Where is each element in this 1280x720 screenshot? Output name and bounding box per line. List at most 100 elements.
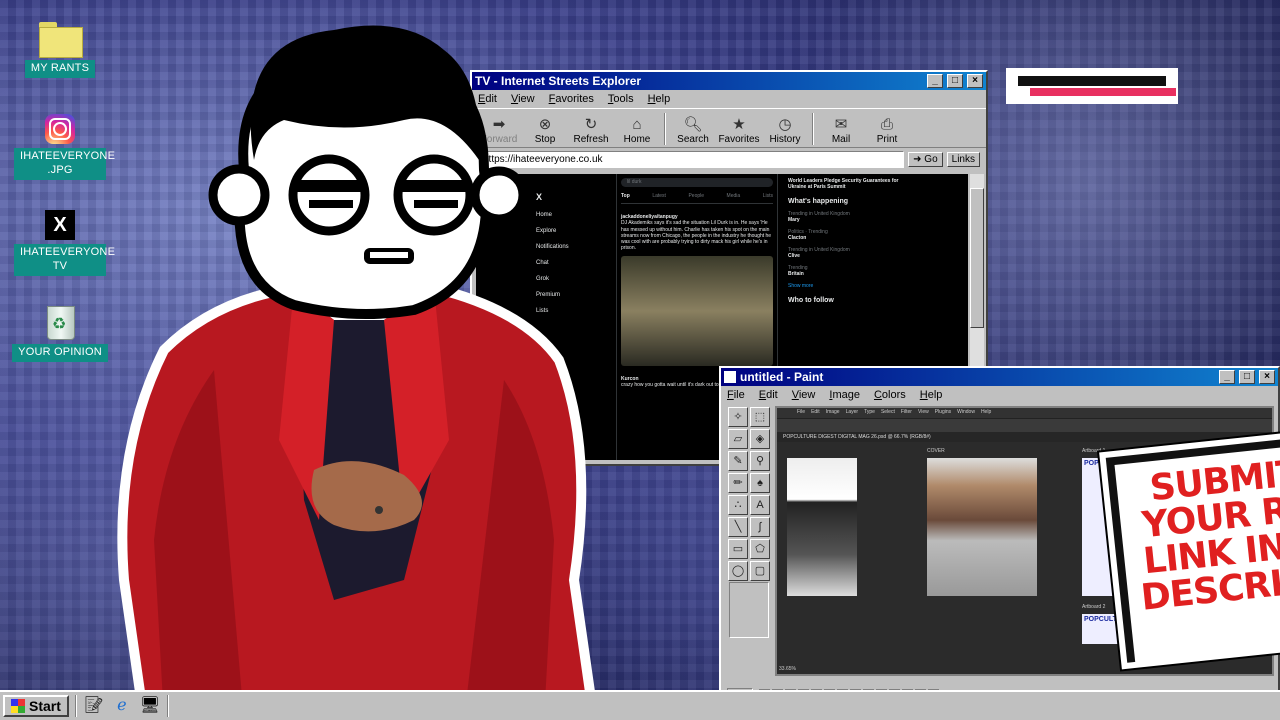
menu-colors[interactable]: Colors — [874, 389, 906, 401]
zoom-readout: 33.65% — [779, 666, 796, 672]
polygon-icon[interactable]: ⬠ — [750, 539, 770, 559]
menu-edit[interactable]: Edit — [759, 389, 778, 401]
trend-item[interactable]: Trending in United Kingdom Clive — [788, 247, 908, 259]
left-eyelid — [296, 180, 362, 192]
tab-media[interactable]: Media — [727, 193, 741, 199]
go-label: Go — [924, 153, 938, 165]
desktop-icon-ihateeveryone-tv[interactable]: X IHATEEVERYONE TV — [10, 210, 115, 276]
reply-author: Kurcon — [621, 375, 639, 382]
ps-menubar: File Edit Image Layer Type Select Filter… — [777, 408, 1272, 418]
start-button[interactable]: Start — [3, 695, 69, 717]
ps-menu-item: Type — [864, 409, 875, 415]
menu-help[interactable]: Help — [920, 389, 943, 401]
magnifier-icon[interactable]: ⚲ — [750, 451, 770, 471]
trend-name: Mary — [788, 217, 800, 223]
ps-menu-item: Edit — [811, 409, 820, 415]
go-button[interactable]: ➜ Go — [908, 151, 943, 167]
fill-icon[interactable]: ◈ — [750, 429, 770, 449]
side-headline[interactable]: World Leaders Pledge Security Guarantees… — [788, 178, 908, 190]
home-button[interactable]: ⌂ Home — [616, 116, 658, 145]
ps-menu-item: Select — [880, 409, 895, 415]
tab-people[interactable]: People — [688, 193, 704, 199]
taskbar-divider — [166, 695, 169, 717]
line-icon[interactable]: ╲ — [728, 517, 748, 537]
text-icon[interactable]: A — [750, 495, 770, 515]
favorites-button[interactable]: ★ Favorites — [718, 116, 760, 145]
ps-menu-item: Window — [957, 409, 975, 415]
tab-lists[interactable]: Lists — [763, 193, 773, 199]
paint-app-icon — [724, 371, 736, 383]
show-more-link[interactable]: Show more — [788, 283, 908, 289]
eyedropper-icon[interactable]: ✎ — [728, 451, 748, 471]
menu-image[interactable]: Image — [829, 389, 860, 401]
maximize-button[interactable]: □ — [947, 74, 963, 88]
scrollbar-thumb[interactable] — [970, 188, 984, 328]
trend-item[interactable]: Trending in United Kingdom Mary — [788, 211, 908, 223]
desktop-quicklaunch-icon[interactable]: 🖥︎ — [139, 695, 161, 717]
ring — [375, 506, 383, 514]
desktop-icon-your-opinion[interactable]: YOUR OPINION — [10, 300, 110, 362]
post-author: jackaddoneliya/tanpugy — [621, 214, 678, 220]
free-select-icon[interactable]: ✧ — [728, 407, 748, 427]
menu-help[interactable]: Help — [648, 93, 671, 105]
sign-text: SUBMIT YOUR RA LINK IN T DESCRIPT — [1124, 453, 1280, 619]
print-icon: ⎙ — [880, 116, 893, 133]
taskbar-divider — [74, 695, 77, 717]
history-button[interactable]: ◷ History — [764, 116, 806, 145]
mail-label: Mail — [831, 134, 851, 145]
rect-select-icon[interactable]: ⬚ — [750, 407, 770, 427]
close-button[interactable]: × — [1259, 370, 1275, 384]
tab-top[interactable]: Top — [621, 193, 630, 199]
links-button[interactable]: Links — [946, 151, 980, 167]
brush-icon[interactable]: ♠ — [750, 473, 770, 493]
history-icon: ◷ — [778, 116, 792, 133]
rounded-rect-icon[interactable]: ▢ — [750, 561, 770, 581]
ps-menu-item: View — [917, 409, 929, 415]
airbrush-icon[interactable]: ∴ — [728, 495, 748, 515]
x-icon: X — [45, 210, 75, 240]
notepad-quicklaunch-icon[interactable]: 📝︎ — [83, 695, 105, 717]
site-search-input[interactable]: lil durk — [621, 178, 773, 187]
print-label: Print — [876, 134, 898, 145]
rectangle-icon[interactable]: ▭ — [728, 539, 748, 559]
site-sidebar: World Leaders Pledge Security Guarantees… — [788, 178, 908, 308]
tab-latest[interactable]: Latest — [652, 193, 666, 199]
minimize-button[interactable]: _ — [1219, 370, 1235, 384]
desktop-icon-my-rants[interactable]: MY RANTS — [10, 22, 110, 78]
eraser-icon[interactable]: ▱ — [728, 429, 748, 449]
ps-menu-item: Layer — [845, 409, 859, 415]
internet-explorer-quicklaunch-icon[interactable]: ℯ — [111, 695, 133, 717]
artboard-image — [787, 458, 857, 596]
paint-titlebar[interactable]: untitled - Paint _ □ × — [721, 368, 1278, 386]
feed-post[interactable]: jackaddoneliya/tanpugy DJ Akademiks says… — [621, 214, 773, 366]
artboard-cover — [927, 458, 1037, 596]
whats-happening-heading: What's happening — [788, 198, 848, 205]
start-label: Start — [29, 698, 61, 714]
menu-view[interactable]: View — [792, 389, 816, 401]
curve-icon[interactable]: ∫ — [750, 517, 770, 537]
menu-file[interactable]: File — [727, 389, 745, 401]
print-button[interactable]: ⎙ Print — [866, 116, 908, 145]
search-icon: 🔍︎ — [683, 116, 703, 133]
desktop-icon-ihateeveryone-jpg[interactable]: IHATEEVERYONE .JPG — [10, 114, 115, 180]
menu-tools[interactable]: Tools — [608, 93, 634, 105]
search-button[interactable]: 🔍︎ Search — [672, 116, 714, 145]
ellipse-icon[interactable]: ◯ — [728, 561, 748, 581]
ps-document-tab: POPCULTURE DIGEST DIGITAL MAG 26.psd @ 6… — [777, 432, 1272, 442]
trend-item[interactable]: Trending Britain — [788, 265, 908, 277]
desktop-icon-label: YOUR OPINION — [12, 344, 108, 362]
pencil-icon[interactable]: ✏ — [728, 473, 748, 493]
site-tabs: Top Latest People Media Lists — [621, 193, 773, 204]
minimize-button[interactable]: _ — [927, 74, 943, 88]
tool-options[interactable] — [729, 582, 769, 638]
teeth — [370, 252, 408, 258]
maximize-button[interactable]: □ — [1239, 370, 1255, 384]
mail-button[interactable]: ✉ Mail — [820, 116, 862, 145]
close-button[interactable]: × — [967, 74, 983, 88]
glitch-banner — [1006, 68, 1178, 104]
character-illustration — [117, 25, 600, 720]
desktop-icon-label: MY RANTS — [24, 60, 96, 78]
post-media[interactable] — [621, 255, 773, 366]
ps-menu-item: Image — [825, 409, 840, 415]
trend-item[interactable]: Politics · Trending Clacton — [788, 229, 908, 241]
